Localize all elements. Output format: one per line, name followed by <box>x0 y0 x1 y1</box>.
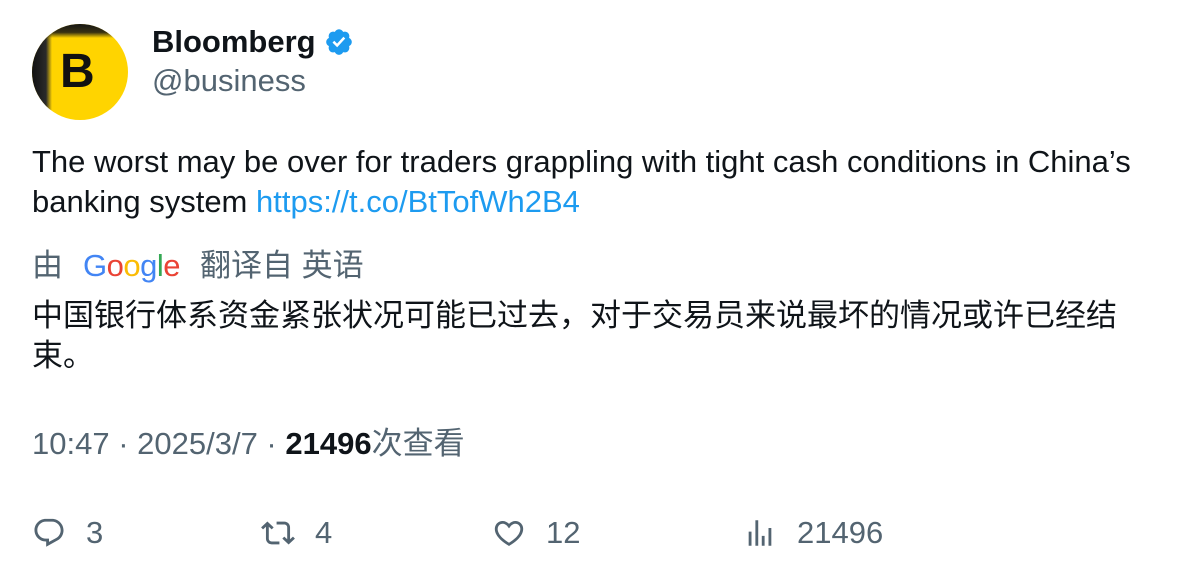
reply-count: 3 <box>86 515 104 550</box>
tweet-card: B Bloomberg @business The worst may be o… <box>0 0 1196 578</box>
avatar[interactable]: B <box>32 24 128 120</box>
avatar-letter: B <box>60 45 95 98</box>
author-name[interactable]: Bloomberg <box>152 22 316 62</box>
translated-text: 中国银行体系资金紧张状况可能已过去，对于交易员来说最坏的情况或许已经结束。 <box>32 298 1117 373</box>
translation-prefix: 由 <box>32 248 63 283</box>
author-name-row: Bloomberg <box>152 22 354 62</box>
avatar-shade-top <box>32 24 128 38</box>
tweet-text: The worst may be over for traders grappl… <box>32 142 1162 222</box>
tweet-meta: 10:47 · 2025/3/7 · 21496次查看 <box>32 424 465 464</box>
avatar-shade <box>32 24 52 120</box>
action-bar: 3 4 12 21496 <box>32 511 1162 555</box>
analytics-icon <box>748 520 772 546</box>
retweet-count: 4 <box>315 515 333 550</box>
retweet-icon <box>261 521 295 545</box>
like-count: 12 <box>546 515 581 550</box>
views-action-count: 21496 <box>797 515 884 550</box>
meta-separator: · <box>109 426 138 461</box>
reply-button[interactable]: 3 <box>32 511 103 555</box>
tweet-link[interactable]: https://t.co/BtTofWh2B4 <box>256 184 580 219</box>
views-count: 21496 <box>285 426 372 461</box>
tweet-body: The worst may be over for traders grappl… <box>32 144 1131 219</box>
google-logo-icon[interactable]: Google <box>83 246 181 286</box>
views-label: 次查看 <box>371 426 465 461</box>
views-button[interactable]: 21496 <box>743 511 883 555</box>
translation-attribution: 由 Google 翻译自 英语 <box>32 246 364 286</box>
meta-separator-2: · <box>257 426 286 461</box>
author-handle[interactable]: @business <box>152 62 306 100</box>
reply-icon <box>34 518 64 547</box>
like-button[interactable]: 12 <box>492 511 580 555</box>
verified-badge-icon <box>324 27 354 57</box>
heart-icon <box>494 520 524 546</box>
tweet-time[interactable]: 10:47 <box>32 426 110 461</box>
retweet-button[interactable]: 4 <box>261 511 332 555</box>
tweet-date[interactable]: 2025/3/7 <box>137 426 258 461</box>
translation-suffix: 翻译自 英语 <box>200 248 364 283</box>
